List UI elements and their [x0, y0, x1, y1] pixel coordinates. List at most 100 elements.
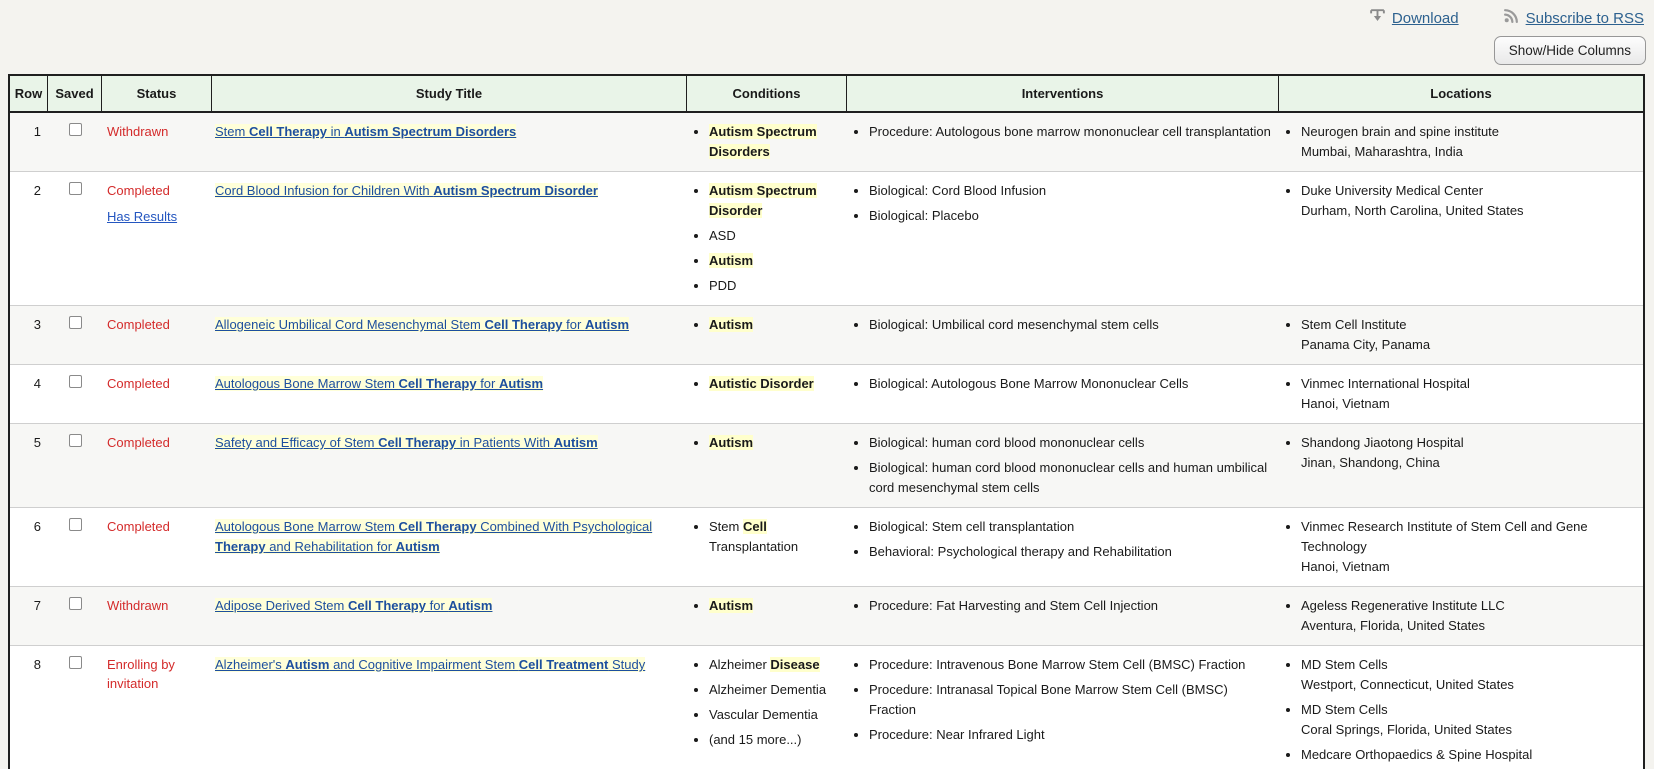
- download-label[interactable]: Download: [1392, 10, 1459, 27]
- location-place: Mumbai, Maharashtra, India: [1301, 142, 1638, 162]
- highlighted-term: Therapy: [215, 539, 266, 554]
- locations-cell: Neurogen brain and spine instituteMumbai…: [1279, 113, 1643, 171]
- conditions-cell: Alzheimer DiseaseAlzheimer DementiaVascu…: [687, 646, 847, 769]
- condition-item: Alzheimer Dementia: [709, 680, 842, 700]
- results-table: Row Saved Status Study Title Conditions …: [8, 74, 1645, 769]
- text-segment: PDD: [709, 278, 736, 293]
- text-segment: Study: [608, 657, 645, 672]
- location-name: Neurogen brain and spine institute: [1301, 122, 1638, 142]
- location-place: Hanoi, Vietnam: [1301, 394, 1638, 414]
- study-title-cell: Safety and Efficacy of Stem Cell Therapy…: [212, 424, 687, 507]
- study-title-link[interactable]: Safety and Efficacy of Stem Cell Therapy…: [215, 435, 598, 450]
- save-checkbox[interactable]: [69, 656, 82, 669]
- table-row: 1 Withdrawn Stem Cell Therapy in Autism Sp…: [10, 113, 1643, 171]
- status-label: Completed: [107, 433, 207, 452]
- table-row: 5 Completed Safety and Efficacy of Stem Ce…: [10, 423, 1643, 507]
- intervention-item: Biological: Placebo: [869, 206, 1274, 226]
- locations-list: Ageless Regenerative Institute LLCAventu…: [1284, 596, 1638, 636]
- study-title-link[interactable]: Autologous Bone Marrow Stem Cell Therapy…: [215, 519, 652, 554]
- status-label: Completed: [107, 181, 207, 200]
- intervention-item: Biological: human cord blood mononuclear…: [869, 458, 1274, 498]
- location-name: MD Stem Cells: [1301, 655, 1638, 675]
- interventions-cell: Procedure: Autologous bone marrow mononu…: [847, 113, 1279, 171]
- interventions-list: Biological: Stem cell transplantationBeh…: [852, 517, 1274, 562]
- highlighted-term: Autism Spectrum Disorders: [709, 124, 817, 159]
- status-label: Withdrawn: [107, 122, 207, 141]
- interventions-list: Biological: Cord Blood InfusionBiologica…: [852, 181, 1274, 226]
- study-title-link[interactable]: Adipose Derived Stem Cell Therapy for Au…: [215, 598, 492, 613]
- location-name: MD Stem Cells: [1301, 700, 1638, 720]
- save-checkbox[interactable]: [69, 597, 82, 610]
- interventions-cell: Biological: Umbilical cord mesenchymal s…: [847, 306, 1279, 364]
- interventions-cell: Biological: human cord blood mononuclear…: [847, 424, 1279, 507]
- highlighted-term: Cell Therapy: [348, 598, 426, 613]
- row-number: 3: [10, 306, 48, 364]
- highlighted-term: Autism: [709, 253, 753, 268]
- study-title-link[interactable]: Alzheimer's Autism and Cognitive Impairm…: [215, 657, 645, 672]
- locations-list: Vinmec Research Institute of Stem Cell a…: [1284, 517, 1638, 577]
- highlighted-term: Cell Therapy: [399, 376, 477, 391]
- interventions-cell: Biological: Autologous Bone Marrow Monon…: [847, 365, 1279, 423]
- status-cell: Enrolling by invitation: [102, 646, 212, 769]
- highlighted-term: Cell Therapy: [249, 124, 327, 139]
- save-checkbox[interactable]: [69, 375, 82, 388]
- study-title-link[interactable]: Stem Cell Therapy in Autism Spectrum Dis…: [215, 124, 516, 139]
- interventions-list: Biological: Umbilical cord mesenchymal s…: [852, 315, 1274, 335]
- text-segment: ASD: [709, 228, 736, 243]
- condition-item: Alzheimer Disease: [709, 655, 842, 675]
- show-hide-columns-button[interactable]: Show/Hide Columns: [1494, 36, 1646, 65]
- save-checkbox[interactable]: [69, 316, 82, 329]
- status-label: Withdrawn: [107, 596, 207, 615]
- location-item: Stem Cell InstitutePanama City, Panama: [1301, 315, 1638, 355]
- text-segment: Stem: [709, 519, 743, 534]
- table-row: 8Enrolling by invitationAlzheimer's Auti…: [10, 645, 1643, 769]
- intervention-item: Biological: Autologous Bone Marrow Monon…: [869, 374, 1274, 394]
- status-cell: Withdrawn: [102, 113, 212, 171]
- save-checkbox[interactable]: [69, 123, 82, 136]
- row-number: 5: [10, 424, 48, 507]
- download-link[interactable]: Download: [1369, 7, 1459, 29]
- table-row: 3CompletedAllogeneic Umbilical Cord Mese…: [10, 305, 1643, 364]
- save-checkbox[interactable]: [69, 182, 82, 195]
- saved-cell: [48, 113, 102, 171]
- locations-cell: MD Stem CellsWestport, Connecticut, Unit…: [1279, 646, 1643, 769]
- rss-icon: [1503, 7, 1520, 29]
- status-label: Completed: [107, 374, 207, 393]
- saved-cell: [48, 306, 102, 364]
- subscribe-rss-link[interactable]: Subscribe to RSS: [1503, 7, 1644, 29]
- highlighted-term: Disease: [770, 657, 819, 672]
- study-title-cell: Cord Blood Infusion for Children With Au…: [212, 172, 687, 305]
- locations-cell: Duke University Medical CenterDurham, No…: [1279, 172, 1643, 305]
- condition-item: PDD: [709, 276, 842, 296]
- location-name: Shandong Jiaotong Hospital: [1301, 433, 1638, 453]
- row-number: 1: [10, 113, 48, 171]
- study-title-link[interactable]: Autologous Bone Marrow Stem Cell Therapy…: [215, 376, 543, 391]
- conditions-list: Autism: [692, 433, 842, 453]
- locations-list: Shandong Jiaotong HospitalJinan, Shandon…: [1284, 433, 1638, 473]
- save-checkbox[interactable]: [69, 434, 82, 447]
- intervention-item: Biological: Stem cell transplantation: [869, 517, 1274, 537]
- conditions-cell: Stem Cell Transplantation: [687, 508, 847, 586]
- status-cell: Withdrawn: [102, 587, 212, 645]
- text-segment: Alzheimer: [709, 657, 770, 672]
- study-title-link[interactable]: Cord Blood Infusion for Children With Au…: [215, 183, 598, 198]
- saved-cell: [48, 424, 102, 507]
- location-item: MD Stem CellsCoral Springs, Florida, Uni…: [1301, 700, 1638, 740]
- subscribe-rss-label[interactable]: Subscribe to RSS: [1526, 10, 1644, 27]
- interventions-cell: Procedure: Intravenous Bone Marrow Stem …: [847, 646, 1279, 769]
- intervention-item: Procedure: Intravenous Bone Marrow Stem …: [869, 655, 1274, 675]
- study-title-link[interactable]: Allogeneic Umbilical Cord Mesenchymal St…: [215, 317, 629, 332]
- intervention-item: Procedure: Autologous bone marrow mononu…: [869, 122, 1274, 142]
- location-place: Hanoi, Vietnam: [1301, 557, 1638, 577]
- has-results-link[interactable]: Has Results: [107, 207, 177, 227]
- saved-cell: [48, 365, 102, 423]
- table-row: 6CompletedAutologous Bone Marrow Stem Ce…: [10, 507, 1643, 586]
- row-number: 6: [10, 508, 48, 586]
- study-title-cell: Autologous Bone Marrow Stem Cell Therapy…: [212, 508, 687, 586]
- save-checkbox[interactable]: [69, 518, 82, 531]
- location-name: Ageless Regenerative Institute LLC: [1301, 596, 1638, 616]
- condition-item: Autism: [709, 433, 842, 453]
- table-row: 4CompletedAutologous Bone Marrow Stem Ce…: [10, 364, 1643, 423]
- toolbar: Download Subscribe to RSS Show/Hide Colu…: [0, 0, 1654, 65]
- location-item: Ageless Regenerative Institute LLCAventu…: [1301, 596, 1638, 636]
